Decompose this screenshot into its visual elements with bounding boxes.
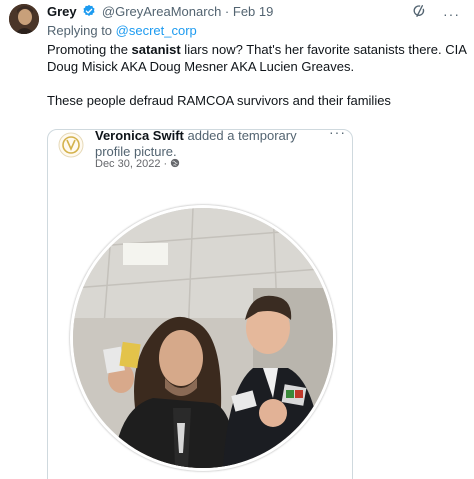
profile-photo-image [73,208,333,468]
replying-to-prefix: Replying to [47,23,116,38]
avatar-image [9,4,39,34]
avatar[interactable] [9,4,39,34]
quoted-post-date[interactable]: Dec 30, 2022 [95,158,160,170]
replying-to: Replying to @secret_corp [47,22,197,40]
quoted-post-image[interactable]: Veronica Swift added a temporary profile… [47,129,353,479]
quoted-more-icon[interactable]: ··· [329,130,346,140]
profile-photo[interactable] [70,205,336,471]
separator-dot: · [224,4,230,19]
separator-dot: · [163,158,168,170]
post-date[interactable]: Feb 19 [233,4,273,19]
reply-mention-link[interactable]: @secret_corp [116,23,197,38]
tweet: Grey @GreyAreaMonarch · Feb 19 ··· Reply… [0,0,474,479]
page-logo-icon[interactable] [58,132,84,158]
quoted-author-name[interactable]: Veronica Swift [95,130,184,143]
handle[interactable]: @GreyAreaMonarch [102,4,221,19]
header-actions: ··· [411,3,460,24]
grok-icon[interactable] [411,3,427,24]
tweet-paragraph-1: Promoting the satanist liars now? That's… [47,41,467,75]
verified-badge-icon [82,4,96,23]
more-icon[interactable]: ··· [443,6,460,22]
text-segment: Promoting the [47,42,132,57]
tweet-paragraph-2: These people defraud RAMCOA survivors an… [47,93,391,108]
tweet-text: Promoting the satanist liars now? That's… [47,41,467,126]
quoted-post-header: Veronica Swift added a temporary profile… [95,130,335,160]
quoted-post-meta: Dec 30, 2022 · [95,157,180,171]
highlighted-term: satanist [131,42,181,57]
tweet-header: Grey @GreyAreaMonarch · Feb 19 [47,3,474,21]
display-name[interactable]: Grey [47,4,77,19]
globe-icon [170,158,180,170]
